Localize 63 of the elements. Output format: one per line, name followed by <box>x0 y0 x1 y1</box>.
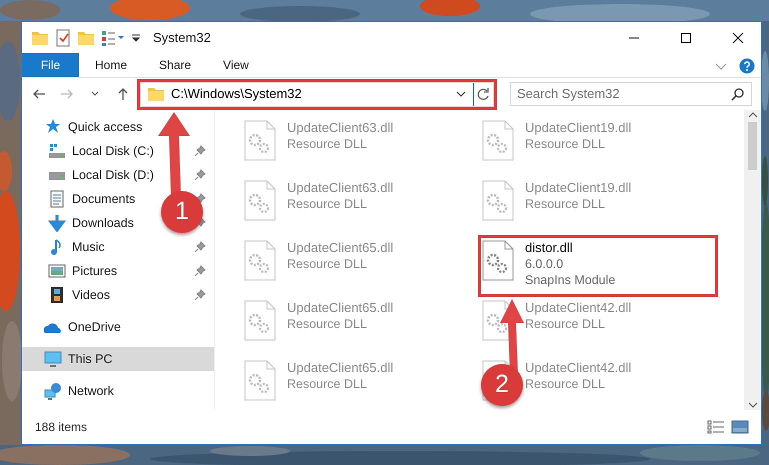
sidebar-item[interactable]: Documents <box>72 190 136 208</box>
drive-icon <box>48 142 66 160</box>
properties-icon[interactable] <box>55 28 71 46</box>
file-menu-button[interactable]: File <box>22 53 79 77</box>
file-detail: Resource DLL <box>287 376 367 392</box>
scroll-up-icon[interactable] <box>748 110 758 120</box>
search-icon <box>731 87 745 101</box>
ribbon-tab[interactable]: Share <box>143 53 208 77</box>
item-count: 188 items <box>35 419 88 436</box>
film-icon <box>48 286 66 304</box>
close-icon <box>732 32 744 44</box>
sidebar-item[interactable]: Local Disk (C:) <box>72 142 154 160</box>
file-detail: Resource DLL <box>525 316 605 332</box>
picture-icon <box>48 262 66 280</box>
scrollbar[interactable] <box>744 110 761 410</box>
document-icon <box>48 190 66 208</box>
forward-icon <box>60 87 74 101</box>
view-menu-icon[interactable] <box>101 28 125 46</box>
ribbon-tab[interactable]: View <box>207 53 265 77</box>
scroll-down-icon[interactable] <box>748 400 758 410</box>
dll-file-icon <box>244 180 276 221</box>
star-icon <box>44 118 62 136</box>
maximize-icon <box>680 32 692 44</box>
search-box[interactable]: Search System32 <box>510 82 752 106</box>
sidebar-item[interactable]: Local Disk (D:) <box>72 166 154 184</box>
sidebar-item[interactable]: Quick access <box>68 118 142 136</box>
file-detail: SnapIns Module <box>525 272 616 288</box>
address-bar[interactable]: C:\Windows\System32 <box>140 82 494 106</box>
details-view-icon[interactable] <box>707 420 725 434</box>
file-name[interactable]: distor.dll <box>525 240 573 256</box>
back-icon <box>32 87 46 101</box>
file-detail: 6.0.0.0 <box>525 256 564 272</box>
dll-file-icon <box>244 120 276 161</box>
file-detail: Resource DLL <box>287 316 367 332</box>
sidebar-item[interactable]: OneDrive <box>68 318 121 336</box>
scroll-thumb[interactable] <box>748 122 757 170</box>
dll-file-icon <box>244 360 276 401</box>
sidebar-item[interactable]: Pictures <box>72 262 118 280</box>
network-icon <box>44 382 62 400</box>
up-icon <box>116 87 130 101</box>
sidebar-item[interactable]: Network <box>68 382 114 400</box>
download-icon <box>48 214 66 232</box>
window-title: System32 <box>153 28 211 47</box>
dll-file-icon <box>482 240 514 281</box>
computer-icon <box>44 350 62 368</box>
sidebar-item[interactable]: This PC <box>68 350 112 368</box>
ribbon-tab[interactable]: Home <box>79 53 144 77</box>
sidebar-item[interactable]: Downloads <box>72 214 134 232</box>
dll-file-icon <box>244 240 276 281</box>
dll-file-icon <box>244 300 276 341</box>
dll-file-icon <box>482 120 514 161</box>
file-detail: Resource DLL <box>525 136 605 152</box>
sidebar-item[interactable]: Videos <box>72 286 110 304</box>
file-detail: Resource DLL <box>287 256 367 272</box>
large-icons-view-icon[interactable] <box>731 420 749 434</box>
folder-icon <box>147 85 165 103</box>
dll-file-icon <box>482 180 514 221</box>
file-detail: Resource DLL <box>287 196 367 212</box>
help-icon[interactable] <box>739 58 755 74</box>
file-detail: Resource DLL <box>287 136 367 152</box>
sidebar-item[interactable]: Music <box>72 238 105 256</box>
file-detail: Resource DLL <box>525 376 605 392</box>
file-detail: Resource DLL <box>525 196 605 212</box>
